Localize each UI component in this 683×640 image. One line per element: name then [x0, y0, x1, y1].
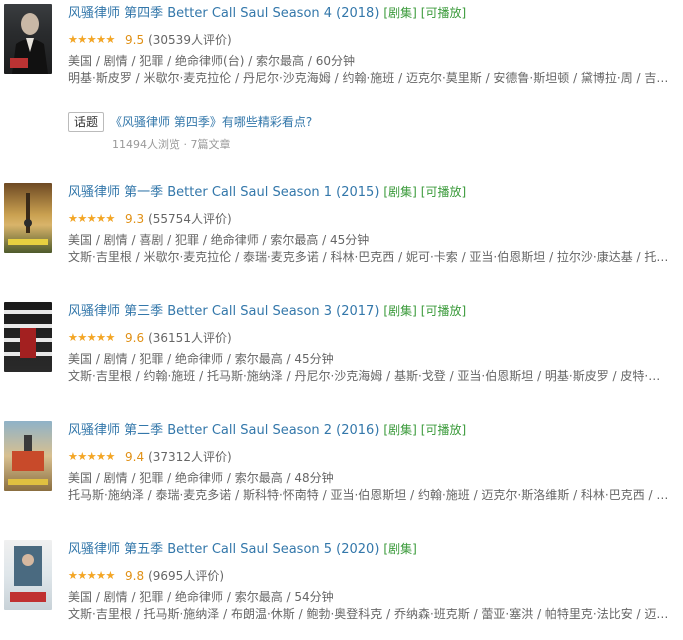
- result-item: 风骚律师 第三季 Better Call Saul Season 3 (2017…: [0, 302, 683, 402]
- poster-art: [10, 13, 48, 74]
- rating-score: 9.5: [125, 33, 145, 47]
- topic-badge[interactable]: 话题: [68, 112, 105, 132]
- meta-info: 美国 / 剧情 / 犯罪 / 绝命律师 / 索尔最高 / 45分钟: [68, 352, 334, 366]
- rating-count: (36151人评价): [148, 331, 232, 345]
- poster-image[interactable]: [4, 302, 52, 372]
- topic-block: 话题 《风骚律师 第四季》有哪些精彩看点? 11494人浏览 · 7篇文章: [68, 112, 668, 154]
- rating-score: 9.6: [125, 331, 145, 345]
- poster-image[interactable]: [4, 4, 52, 74]
- rating-stars-icon: ★★★★★ ★★★★★: [68, 569, 115, 582]
- cast-info: 托马斯·施纳泽 / 泰瑞·麦克多诺 / 斯科特·怀南特 / 亚当·伯恩斯坦 / …: [68, 488, 670, 502]
- poster-image[interactable]: [4, 421, 52, 491]
- title-link[interactable]: 风骚律师 第一季 Better Call Saul Season 1 (2015…: [68, 185, 379, 200]
- result-item: 风骚律师 第一季 Better Call Saul Season 1 (2015…: [0, 183, 683, 283]
- tag-playable[interactable]: [可播放]: [421, 423, 466, 437]
- title-link[interactable]: 风骚律师 第二季 Better Call Saul Season 2 (2016…: [68, 423, 379, 438]
- rating-row: ★★★★★ ★★★★★ 9.5 (30539人评价): [68, 32, 678, 48]
- rating-row: ★★★★★ ★★★★★ 9.6 (36151人评价): [68, 330, 678, 346]
- rating-row: ★★★★★ ★★★★★ 9.3 (55754人评价): [68, 211, 678, 227]
- tag-series[interactable]: [剧集]: [383, 185, 416, 199]
- tag-series[interactable]: [剧集]: [383, 423, 416, 437]
- poster-art: [4, 310, 52, 358]
- rating-score: 9.4: [125, 450, 145, 464]
- rating-score: 9.8: [125, 569, 145, 583]
- tag-playable[interactable]: [可播放]: [421, 6, 466, 20]
- rating-count: (37312人评价): [148, 450, 232, 464]
- meta-info: 美国 / 剧情 / 喜剧 / 犯罪 / 绝命律师 / 索尔最高 / 45分钟: [68, 233, 370, 247]
- rating-row: ★★★★★ ★★★★★ 9.4 (37312人评价): [68, 449, 678, 465]
- title-link[interactable]: 风骚律师 第三季 Better Call Saul Season 3 (2017…: [68, 304, 379, 319]
- tag-series[interactable]: [剧集]: [383, 542, 416, 556]
- topic-stats: 11494人浏览 · 7篇文章: [112, 138, 231, 151]
- rating-count: (9695人评价): [148, 569, 224, 583]
- tag-playable[interactable]: [可播放]: [421, 185, 466, 199]
- cast-info: 文斯·吉里根 / 约翰·施班 / 托马斯·施纳泽 / 丹尼尔·沙克海姆 / 基斯…: [68, 369, 670, 383]
- title-link[interactable]: 风骚律师 第四季 Better Call Saul Season 4 (2018…: [68, 6, 379, 21]
- tag-series[interactable]: [剧集]: [383, 304, 416, 318]
- rating-stars-icon: ★★★★★ ★★★★★: [68, 212, 115, 225]
- poster-art: [8, 435, 48, 485]
- meta-info: 美国 / 剧情 / 犯罪 / 绝命律师 / 索尔最高 / 54分钟: [68, 590, 334, 604]
- poster-image[interactable]: [4, 540, 52, 610]
- meta-info: 美国 / 剧情 / 犯罪 / 绝命律师 / 索尔最高 / 48分钟: [68, 471, 334, 485]
- title-link[interactable]: 风骚律师 第五季 Better Call Saul Season 5 (2020…: [68, 542, 379, 557]
- cast-info: 文斯·吉里根 / 米歇尔·麦克拉伦 / 泰瑞·麦克多诺 / 科林·巴克西 / 妮…: [68, 250, 670, 264]
- topic-title-link[interactable]: 《风骚律师 第四季》有哪些精彩看点?: [110, 115, 312, 129]
- rating-row: ★★★★★ ★★★★★ 9.8 (9695人评价): [68, 568, 678, 584]
- cast-info: 明基·斯皮罗 / 米歇尔·麦克拉伦 / 丹尼尔·沙克海姆 / 约翰·施班 / 迈…: [68, 71, 670, 85]
- result-item: 风骚律师 第二季 Better Call Saul Season 2 (2016…: [0, 421, 683, 521]
- meta-info: 美国 / 剧情 / 犯罪 / 绝命律师(台) / 索尔最高 / 60分钟: [68, 54, 355, 68]
- poster-image[interactable]: [4, 183, 52, 253]
- tag-series[interactable]: [剧集]: [383, 6, 416, 20]
- tag-playable[interactable]: [可播放]: [421, 304, 466, 318]
- rating-count: (55754人评价): [148, 212, 232, 226]
- result-item: 风骚律师 第五季 Better Call Saul Season 5 (2020…: [0, 540, 683, 640]
- poster-art: [10, 546, 46, 602]
- rating-score: 9.3: [125, 212, 145, 226]
- rating-count: (30539人评价): [148, 33, 232, 47]
- cast-info: 文斯·吉里根 / 托马斯·施纳泽 / 布朗温·休斯 / 鲍勃·奥登科克 / 乔纳…: [68, 607, 670, 621]
- rating-stars-icon: ★★★★★ ★★★★★: [68, 33, 115, 46]
- rating-stars-icon: ★★★★★ ★★★★★: [68, 331, 115, 344]
- result-item: 风骚律师 第四季 Better Call Saul Season 4 (2018…: [0, 4, 683, 104]
- poster-art: [8, 193, 48, 245]
- rating-stars-icon: ★★★★★ ★★★★★: [68, 450, 115, 463]
